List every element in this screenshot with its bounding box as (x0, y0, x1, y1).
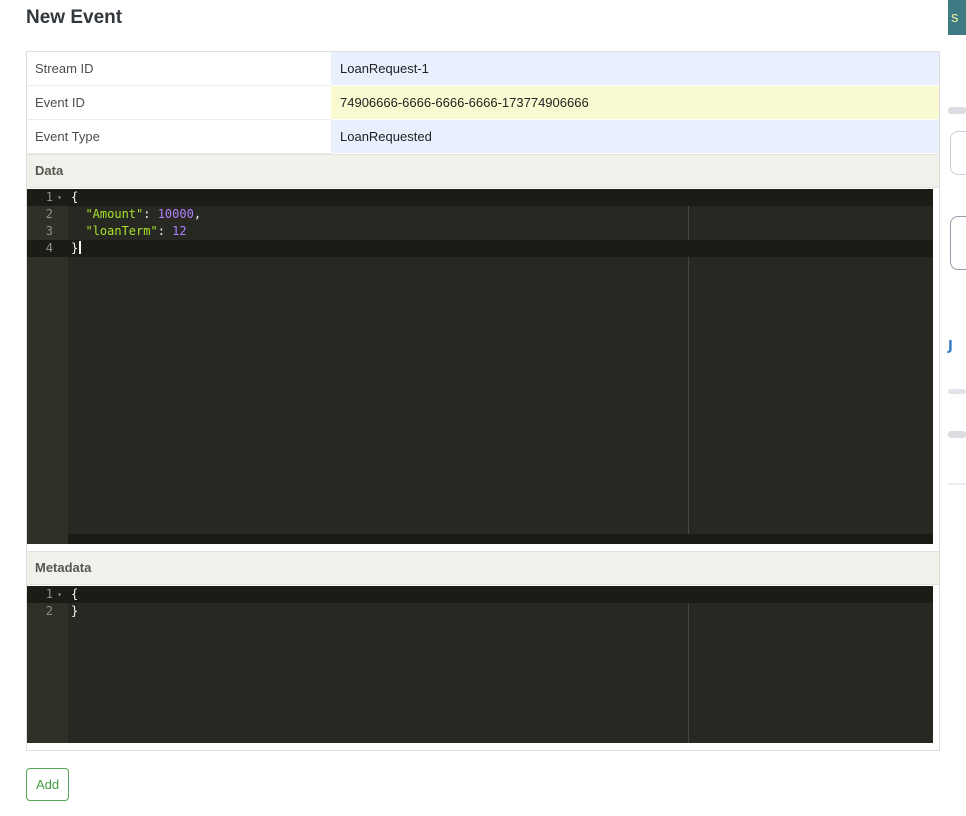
form-row: Event Type LoanRequested (27, 120, 939, 154)
event-form-rows: Stream ID LoanRequest-1 Event ID 7490666… (27, 52, 939, 154)
cutoff-fragment-bar (948, 431, 966, 438)
metadata-editor-lines: 1▾{2} (27, 586, 933, 620)
cutoff-fragment-line (948, 483, 966, 485)
cutoff-fragment-outline-button (950, 216, 966, 270)
editor-code-text: "Amount": 10000, (68, 206, 201, 223)
editor-line-number: 1▾ (27, 586, 68, 603)
data-code-editor[interactable]: 1▾{2 "Amount": 10000,3 "loanTerm": 124} (27, 189, 933, 544)
editor-code-text: "loanTerm": 12 (68, 223, 187, 240)
data-section-label: Data (35, 163, 63, 178)
editor-code-text: } (68, 603, 78, 620)
editor-hscrollbar[interactable] (68, 534, 933, 544)
editor-code-text: } (68, 240, 81, 257)
metadata-section-header: Metadata (27, 551, 939, 585)
data-editor-wrap: 1▾{2 "Amount": 10000,3 "loanTerm": 124} (27, 188, 939, 544)
editor-line[interactable]: 1▾{ (27, 586, 933, 603)
add-button[interactable]: Add (26, 768, 69, 801)
row-value-field[interactable]: LoanRequest-1 (331, 52, 939, 86)
editor-line-number: 2 (27, 206, 68, 223)
metadata-code-editor[interactable]: 1▾{2} (27, 586, 933, 743)
text-cursor (79, 241, 81, 254)
form-row: Stream ID LoanRequest-1 (27, 52, 939, 86)
editor-line-number: 1▾ (27, 189, 68, 206)
data-section-header: Data (27, 154, 939, 188)
cutoff-fragment-bar (948, 107, 966, 114)
editor-line-number: 2 (27, 603, 68, 620)
row-label: Event ID (27, 86, 331, 120)
editor-line[interactable]: 2} (27, 603, 933, 620)
cutoff-fragment-bar (948, 389, 966, 394)
metadata-editor-wrap: 1▾{2} (27, 585, 939, 743)
cutoff-top-right-button-label: s (951, 9, 959, 26)
fold-arrow-icon[interactable]: ▾ (53, 586, 66, 603)
editor-code-text: { (68, 586, 78, 603)
page-title: New Event (26, 7, 122, 29)
row-value-field[interactable]: LoanRequested (331, 120, 939, 154)
editor-line[interactable]: 1▾{ (27, 189, 933, 206)
form-bottom-padding (27, 743, 939, 750)
fold-arrow-icon[interactable]: ▾ (53, 189, 66, 206)
form-row: Event ID 74906666-6666-6666-6666-1737749… (27, 86, 939, 120)
fold-arrow-placeholder (53, 240, 66, 257)
fold-arrow-placeholder (53, 206, 66, 223)
row-label: Event Type (27, 120, 331, 154)
row-value-field[interactable]: 74906666-6666-6666-6666-173774906666 (331, 86, 939, 120)
editor-line[interactable]: 2 "Amount": 10000, (27, 206, 933, 223)
cutoff-fragment-rounded-box (950, 131, 966, 175)
data-editor-lines: 1▾{2 "Amount": 10000,3 "loanTerm": 124} (27, 189, 933, 257)
editor-line-number: 3 (27, 223, 68, 240)
cutoff-top-right-button[interactable]: s (948, 0, 966, 35)
row-label: Stream ID (27, 52, 331, 86)
fold-arrow-placeholder (53, 603, 66, 620)
editor-line[interactable]: 4} (27, 240, 933, 257)
fold-arrow-placeholder (53, 223, 66, 240)
editor-line-number: 4 (27, 240, 68, 257)
editor-code-text: { (68, 189, 78, 206)
cutoff-fragment-blue-glyph: J (948, 339, 953, 354)
editor-line[interactable]: 3 "loanTerm": 12 (27, 223, 933, 240)
new-event-form: Stream ID LoanRequest-1 Event ID 7490666… (26, 51, 940, 751)
metadata-section-label: Metadata (35, 560, 91, 575)
